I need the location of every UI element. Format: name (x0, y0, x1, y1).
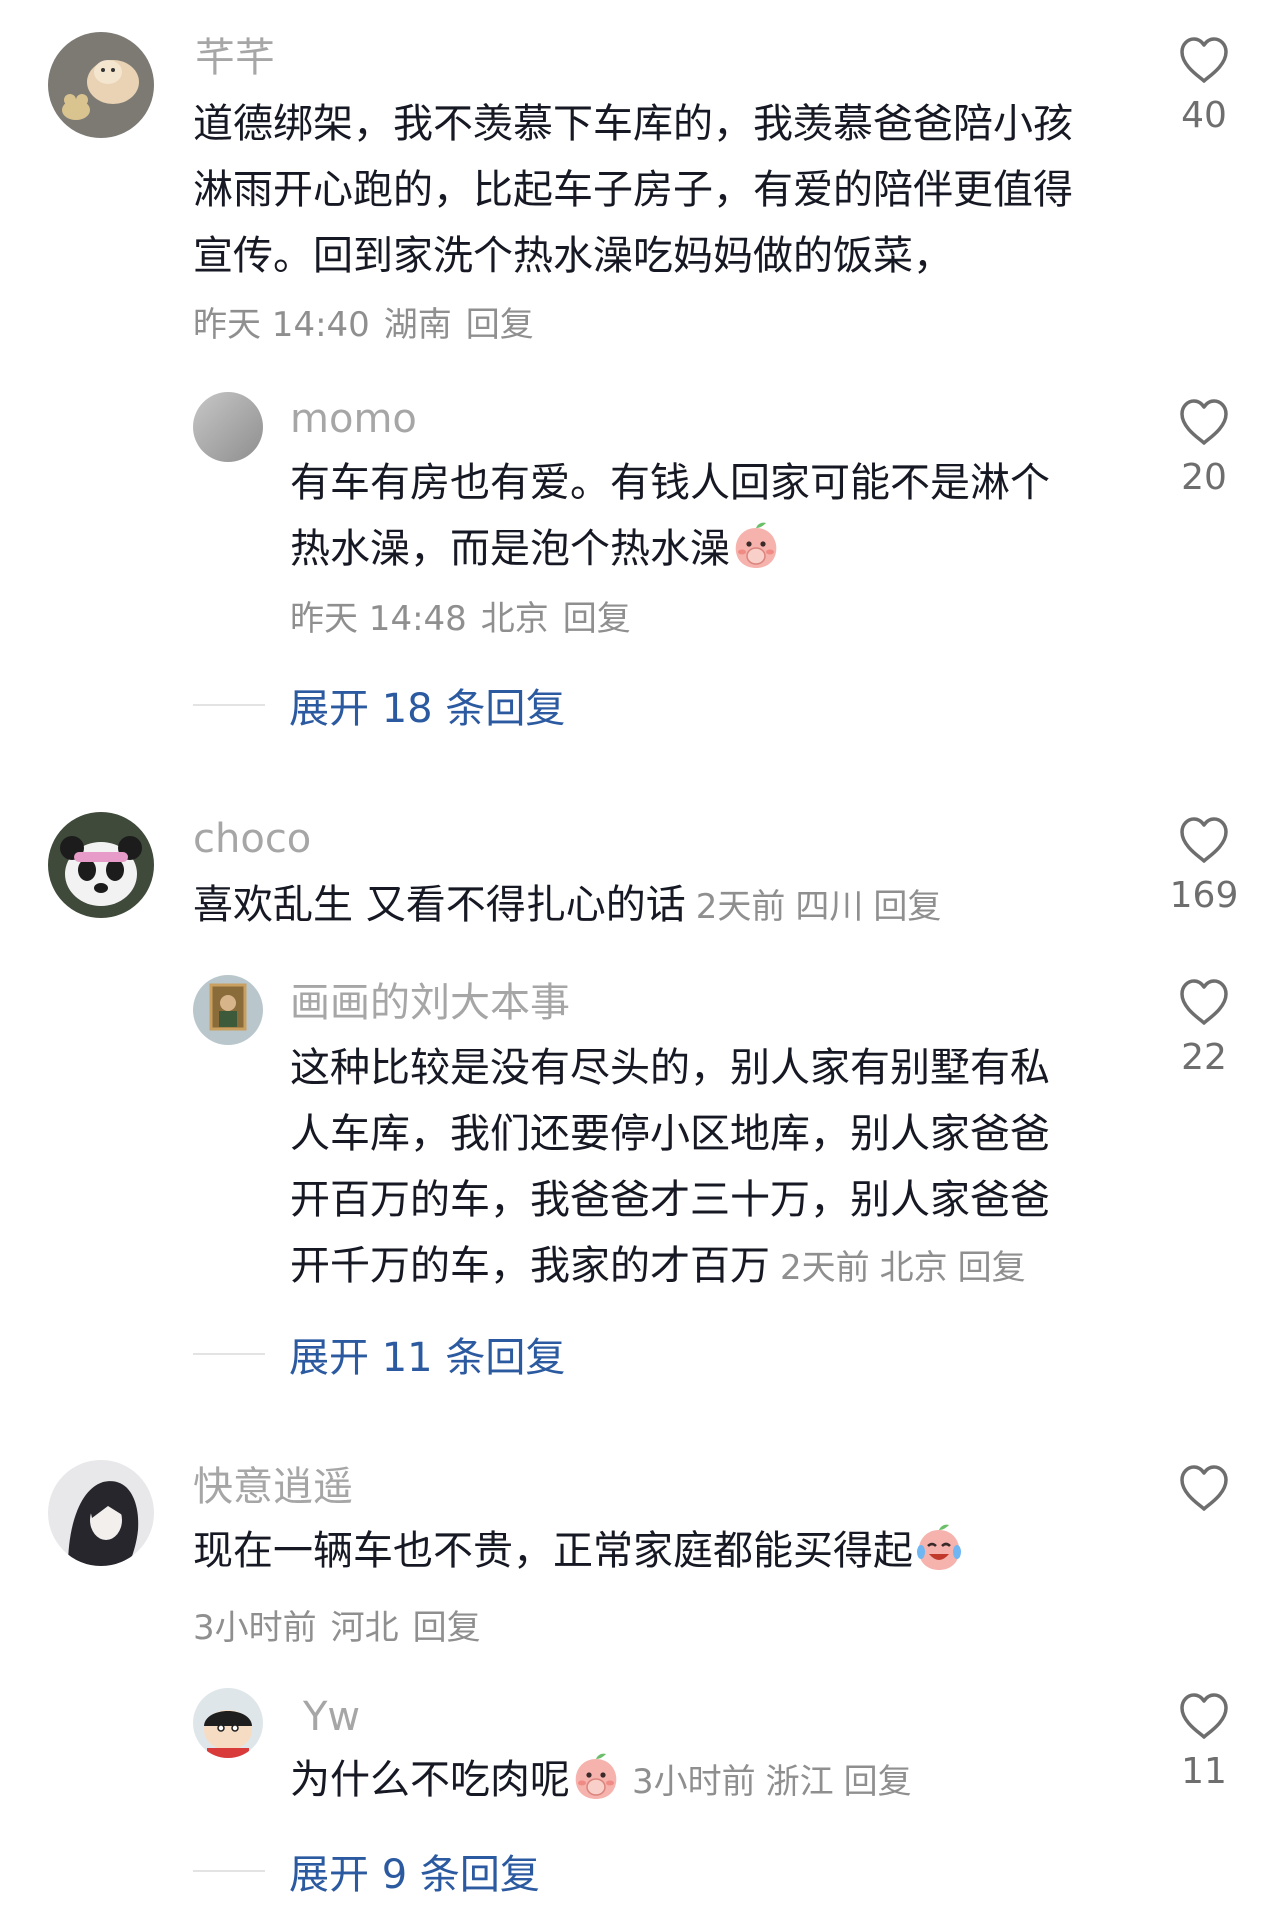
like-count: 169 (1169, 875, 1239, 916)
like-count: 40 (1181, 95, 1227, 136)
comment-line: 人车库，我们还要停小区地库，别人家爸爸 (290, 1111, 1050, 1157)
reply-button[interactable]: 回复 (466, 305, 534, 345)
comment-text: 道德绑架，我不羡慕下车库的，我羡慕爸爸陪小孩 淋雨开心跑的，比起车子房子，有爱的… (193, 91, 1113, 289)
expand-replies-button[interactable]: 展开 9 条回复 (193, 1842, 540, 1900)
peach-laugh-cry-emoji (917, 1524, 961, 1570)
heart-outline-icon (1180, 979, 1228, 1025)
comment-meta: 2天前 北京 回复 (770, 1248, 1026, 1288)
avatar[interactable] (48, 32, 154, 138)
like-button[interactable]: 22 (1159, 978, 1249, 1080)
peach-cover-mouth-emoji (735, 522, 777, 568)
reply-button[interactable]: 回复 (844, 1762, 912, 1802)
heart-outline-icon (1180, 817, 1228, 863)
comment-time: 2天前 (780, 1248, 870, 1288)
divider (193, 1353, 265, 1355)
like-count: 11 (1181, 1751, 1227, 1792)
like-button[interactable]: 40 (1159, 36, 1249, 138)
comment-location: 北京 (879, 1248, 948, 1288)
comment-meta: 3小时前 河北 回复 (193, 1606, 495, 1650)
comment-line: 淋雨开心跑的，比起车子房子，有爱的陪伴更值得 (193, 167, 1073, 213)
avatar[interactable] (193, 975, 263, 1045)
heart-outline-icon (1180, 37, 1228, 83)
comment-line: 现在一辆车也不贵，正常家庭都能买得起 (193, 1518, 1113, 1584)
comment-meta: 3小时前 浙江 回复 (622, 1762, 912, 1802)
like-button[interactable]: 169 (1159, 816, 1249, 918)
comment-line: 为什么不吃肉呢 3小时前 浙江 回复 (290, 1747, 1130, 1815)
expand-replies-button[interactable]: 展开 18 条回复 (193, 676, 565, 734)
reply-button[interactable]: 回复 (873, 887, 941, 927)
username[interactable]: momo (290, 395, 417, 443)
username[interactable]: 快意逍遥 (193, 1463, 353, 1511)
comment-time: 昨天 14:40 (193, 305, 370, 345)
reply-button[interactable]: 回复 (413, 1608, 481, 1648)
comment-text: 喜欢乱生 又看不得扎心的话 2天前 四川 回复 (193, 872, 1113, 940)
reply-button[interactable]: 回复 (563, 599, 631, 639)
comment-time: 3小时前 (632, 1762, 756, 1802)
avatar[interactable] (193, 1688, 263, 1758)
comment-text: 这种比较是没有尽头的，别人家有别墅有私 人车库，我们还要停小区地库，别人家爸爸 … (290, 1035, 1130, 1301)
like-button[interactable] (1159, 1464, 1249, 1512)
heart-outline-icon (1180, 1693, 1228, 1739)
heart-outline-icon (1180, 1465, 1228, 1511)
comment-time: 3小时前 (193, 1608, 317, 1648)
comment-line: 热水澡，而是泡个热水澡 (290, 516, 1110, 582)
like-count: 22 (1181, 1037, 1227, 1078)
comment-line: 开千万的车，我家的才百万 2天前 北京 回复 (290, 1243, 1026, 1289)
comment-location: 四川 (795, 887, 864, 927)
comment-location: 河北 (330, 1608, 399, 1648)
comment-text: 为什么不吃肉呢 3小时前 浙江 回复 (290, 1747, 1130, 1815)
comment-line: 有车有房也有爱。有钱人回家可能不是淋个 (290, 460, 1050, 506)
comment-line: 宣传。回到家洗个热水澡吃妈妈做的饭菜， (193, 233, 953, 279)
avatar[interactable] (193, 392, 263, 462)
comment-line: 道德绑架，我不羡慕下车库的，我羡慕爸爸陪小孩 (193, 101, 1073, 147)
comment-location: 浙江 (765, 1762, 834, 1802)
username[interactable]: 画画的刘大本事 (290, 979, 570, 1027)
avatar[interactable] (48, 1460, 154, 1566)
comment-line: 喜欢乱生 又看不得扎心的话 2天前 四川 回复 (193, 882, 942, 928)
comment-line: 这种比较是没有尽头的，别人家有别墅有私 (290, 1045, 1050, 1091)
avatar[interactable] (48, 812, 154, 918)
comment-time: 昨天 14:48 (290, 599, 467, 639)
comment-meta: 昨天 14:40 湖南 回复 (193, 303, 548, 347)
like-button[interactable]: 11 (1159, 1692, 1249, 1794)
username[interactable]: Yw (303, 1693, 360, 1741)
comment-location: 湖南 (383, 305, 452, 345)
heart-outline-icon (1180, 399, 1228, 445)
like-button[interactable]: 20 (1159, 398, 1249, 500)
username[interactable]: choco (193, 815, 311, 863)
peach-cover-mouth-emoji (575, 1753, 617, 1799)
comment-meta: 昨天 14:48 北京 回复 (290, 597, 645, 641)
comment-line: 开百万的车，我爸爸才三十万，别人家爸爸 (290, 1177, 1050, 1223)
divider (193, 1870, 265, 1872)
reply-button[interactable]: 回复 (958, 1248, 1026, 1288)
like-count: 20 (1181, 457, 1227, 498)
comment-meta: 2天前 四川 回复 (686, 887, 942, 927)
comment-location: 北京 (480, 599, 549, 639)
divider (193, 704, 265, 706)
expand-replies-button[interactable]: 展开 11 条回复 (193, 1325, 565, 1383)
comment-text: 有车有房也有爱。有钱人回家可能不是淋个 热水澡，而是泡个热水澡 (290, 450, 1110, 582)
username[interactable]: 芊芊 (195, 34, 275, 82)
comment-time: 2天前 (695, 887, 786, 927)
comment-text: 现在一辆车也不贵，正常家庭都能买得起 (193, 1518, 1113, 1584)
